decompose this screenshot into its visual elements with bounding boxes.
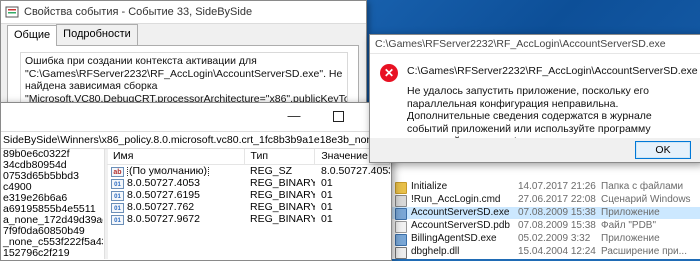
- error-dialog-footer: OK: [370, 138, 700, 162]
- value-type: REG_BINARY: [250, 178, 316, 189]
- value-row[interactable]: ab (По умолчанию) REG_SZ 8.0.50727.4053: [107, 166, 390, 177]
- sxs-error-dialog: C:\Games\RFServer2232\RF_AccLogin\Accoun…: [369, 34, 700, 163]
- value-data: 01: [321, 202, 333, 213]
- tab-details[interactable]: Подробности: [56, 24, 138, 45]
- event-window-titlebar: Свойства события - Событие 33, SideBySid…: [1, 1, 366, 24]
- minimize-button[interactable]: —: [287, 109, 301, 123]
- value-name: 8.0.50727.9672: [127, 214, 200, 225]
- binary-value-icon: 01: [111, 202, 124, 213]
- binary-value-icon: 01: [111, 214, 124, 225]
- file-date: 07.08.2009 15:38: [518, 207, 596, 218]
- value-row[interactable]: 01 8.0.50727.762 REG_BINARY 01: [107, 202, 390, 213]
- tree-item[interactable]: 152796c2f219: [1, 248, 103, 259]
- value-data: 01: [321, 190, 333, 201]
- value-type: REG_BINARY: [250, 214, 316, 225]
- file-row[interactable]: AccountServerSD.pdb 07.08.2009 15:38 Фай…: [391, 220, 700, 233]
- file-row[interactable]: BillingAgentSD.exe 05.02.2009 3:32 Прило…: [391, 233, 700, 246]
- file-type: Приложение: [601, 207, 660, 218]
- script-file-icon: [395, 195, 407, 207]
- value-data: 01: [321, 178, 333, 189]
- event-window-title: Свойства события - Событие 33, SideBySid…: [24, 6, 253, 18]
- explorer-file-list: Initialize 14.07.2017 21:26 Папка с файл…: [390, 161, 700, 259]
- binary-value-icon: 01: [111, 190, 124, 201]
- file-date: 27.06.2017 22:08: [518, 194, 596, 205]
- value-name: 8.0.50727.6195: [127, 190, 200, 201]
- dll-file-icon: [395, 247, 407, 259]
- file-type: Расширение при...: [601, 246, 687, 257]
- value-type: REG_BINARY: [250, 202, 316, 213]
- file-row[interactable]: Initialize 14.07.2017 21:26 Папка с файл…: [391, 181, 700, 194]
- file-name: BillingAgentSD.exe: [411, 233, 497, 244]
- value-row[interactable]: 01 8.0.50727.4053 REG_BINARY 01: [107, 178, 390, 189]
- value-row[interactable]: 01 8.0.50727.9672 REG_BINARY 01: [107, 214, 390, 225]
- file-date: 07.08.2009 15:38: [518, 220, 596, 231]
- registry-editor-window: — ✕ SideBySide\Winners\x86_policy.8.0.mi…: [0, 102, 392, 261]
- file-type: Сценарий Windows: [601, 194, 691, 205]
- exe-file-icon: [395, 234, 407, 246]
- file-row[interactable]: dbghelp.dll 15.04.2004 12:24 Расширение …: [391, 246, 700, 259]
- registry-titlebar: — ✕: [1, 103, 391, 131]
- file-name: Initialize: [411, 181, 448, 192]
- exe-file-icon: [395, 208, 407, 220]
- value-type: REG_SZ: [250, 166, 293, 177]
- ok-button[interactable]: OK: [635, 141, 691, 159]
- file-row[interactable]: AccountServerSD.exe 07.08.2009 15:38 При…: [391, 207, 700, 220]
- values-header: Имя Тип Значение: [107, 149, 390, 165]
- tab-general[interactable]: Общие: [7, 25, 58, 46]
- file-name: AccountServerSD.exe: [411, 207, 510, 218]
- maximize-button[interactable]: [331, 109, 345, 123]
- file-type: Файл "PDB": [601, 220, 657, 231]
- value-name: 8.0.50727.4053: [127, 178, 200, 189]
- value-name: 8.0.50727.762: [127, 202, 195, 213]
- file-row[interactable]: !Run_AccLogin.cmd 27.06.2017 22:08 Сцена…: [391, 194, 700, 207]
- file-date: 14.07.2017 21:26: [518, 181, 596, 192]
- value-type: REG_BINARY: [250, 190, 316, 201]
- file-name: dbghelp.dll: [411, 246, 460, 257]
- error-exe-path: C:\Games\RFServer2232\RF_AccLogin\Accoun…: [407, 65, 698, 77]
- file-type: Приложение: [601, 233, 660, 244]
- maximize-icon: [332, 111, 344, 122]
- file-type: Папка с файлами: [601, 181, 684, 192]
- file-name: !Run_AccLogin.cmd: [411, 194, 501, 205]
- pdb-file-icon: [395, 221, 407, 233]
- string-value-icon: ab: [111, 166, 124, 177]
- registry-key-tree[interactable]: 89b0e6c0322f 34cdb80954d 0753d65b5bbd3 c…: [1, 149, 103, 259]
- event-tabs: Общие Подробности: [7, 24, 138, 46]
- binary-value-icon: 01: [111, 178, 124, 189]
- file-date: 15.04.2004 12:24: [518, 246, 596, 257]
- column-header-name[interactable]: Имя: [107, 149, 245, 164]
- value-data: 01: [321, 214, 333, 225]
- error-dialog-title: C:\Games\RFServer2232\RF_AccLogin\Accoun…: [370, 35, 700, 54]
- registry-values-list: Имя Тип Значение ab (По умолчанию) REG_SZ…: [107, 149, 390, 259]
- column-header-type[interactable]: Тип: [245, 149, 316, 164]
- value-row[interactable]: 01 8.0.50727.6195 REG_BINARY 01: [107, 190, 390, 201]
- folder-icon: [395, 182, 407, 194]
- value-data: 8.0.50727.4053: [321, 166, 390, 177]
- value-name: (По умолчанию): [127, 166, 210, 177]
- file-name: AccountServerSD.pdb: [411, 220, 510, 231]
- registry-address-bar[interactable]: SideBySide\Winners\x86_policy.8.0.micros…: [1, 131, 391, 149]
- error-icon: ✕: [380, 64, 398, 82]
- event-viewer-icon: [5, 6, 19, 18]
- file-date: 05.02.2009 3:32: [518, 233, 591, 244]
